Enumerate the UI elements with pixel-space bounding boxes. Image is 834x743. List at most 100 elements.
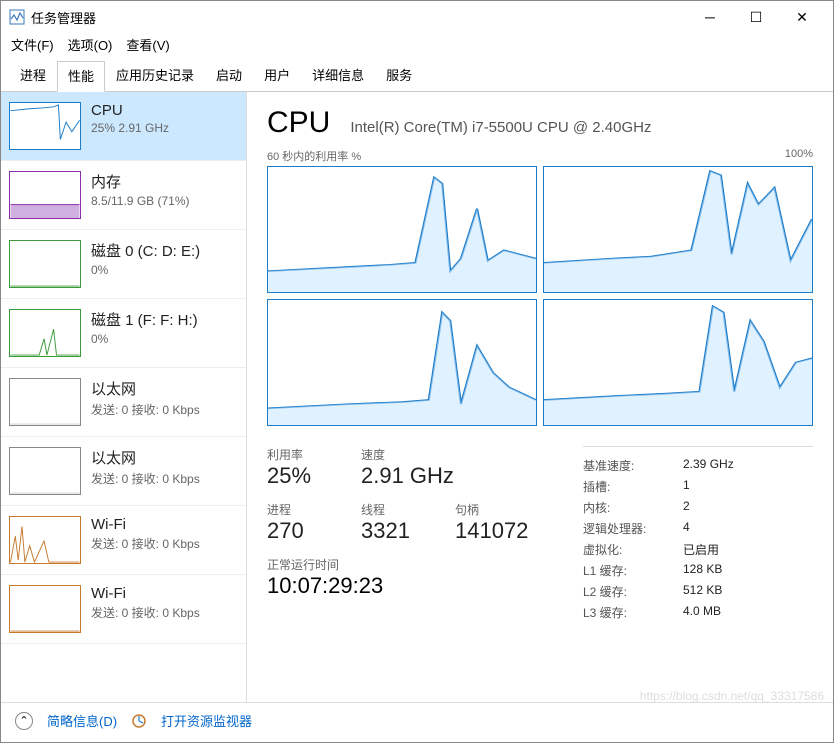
tab-users[interactable]: 用户	[253, 60, 301, 91]
sidebar-item[interactable]: Wi-Fi发送: 0 接收: 0 Kbps	[1, 575, 246, 644]
detail-row: L2 缓存:512 KB	[583, 581, 813, 602]
detail-row: L1 缓存:128 KB	[583, 560, 813, 581]
sidebar-item[interactable]: 以太网发送: 0 接收: 0 Kbps	[1, 437, 246, 506]
detail-row: L3 缓存:4.0 MB	[583, 602, 813, 623]
speed-label: 速度	[361, 446, 454, 463]
sidebar-item-name: 磁盘 0 (C: D: E:)	[91, 240, 238, 261]
detail-row: 插槽:1	[583, 476, 813, 497]
sidebar-item-name: 以太网	[91, 378, 238, 399]
sidebar-item-sub: 发送: 0 接收: 0 Kbps	[91, 604, 238, 621]
sidebar-item[interactable]: 以太网发送: 0 接收: 0 Kbps	[1, 368, 246, 437]
app-icon	[9, 9, 25, 25]
detail-key: 内核:	[583, 499, 683, 516]
sidebar-item[interactable]: Wi-Fi 发送: 0 接收: 0 Kbps	[1, 506, 246, 575]
tab-app-history[interactable]: 应用历史记录	[105, 60, 205, 91]
detail-row: 逻辑处理器:4	[583, 518, 813, 539]
detail-row: 虚拟化:已启用	[583, 539, 813, 560]
minimize-button[interactable]: ─	[687, 2, 733, 32]
menu-view[interactable]: 查看(V)	[126, 35, 169, 54]
detail-value: 已启用	[683, 541, 719, 558]
sidebar-item-sub: 0%	[91, 332, 238, 346]
tab-details[interactable]: 详细信息	[301, 60, 375, 91]
sidebar-item[interactable]: 磁盘 0 (C: D: E:) 0%	[1, 230, 246, 299]
footer: ⌃ 简略信息(D) 打开资源监视器	[1, 702, 833, 738]
util-value: 25%	[267, 463, 337, 489]
fewer-details-link[interactable]: 简略信息(D)	[47, 711, 117, 730]
chart-label-right: 100%	[785, 148, 813, 164]
cpu-charts	[267, 166, 813, 426]
proc-value: 270	[267, 518, 337, 544]
cpu-model: Intel(R) Core(TM) i7-5500U CPU @ 2.40GHz	[350, 119, 651, 136]
details-list: 基准速度:2.39 GHz插槽:1内核:2逻辑处理器:4虚拟化:已启用L1 缓存…	[583, 446, 813, 623]
thumb-icon	[9, 447, 81, 495]
sidebar-item[interactable]: CPU 25% 2.91 GHz	[1, 92, 246, 161]
util-label: 利用率	[267, 446, 337, 463]
sidebar-item-name: 内存	[91, 171, 238, 192]
detail-value: 1	[683, 478, 690, 495]
sidebar-item-name: 磁盘 1 (F: F: H:)	[91, 309, 238, 330]
sidebar[interactable]: CPU 25% 2.91 GHz 内存 8.5/11.9 GB (71%) 磁盘 0 (…	[1, 92, 247, 702]
tab-processes[interactable]: 进程	[9, 60, 57, 91]
close-button[interactable]: ✕	[779, 2, 825, 32]
tab-performance[interactable]: 性能	[57, 61, 105, 92]
sidebar-item-sub: 0%	[91, 263, 238, 277]
window-title: 任务管理器	[31, 8, 687, 27]
page-title: CPU	[267, 106, 330, 140]
sidebar-item[interactable]: 内存 8.5/11.9 GB (71%)	[1, 161, 246, 230]
sidebar-item-name: 以太网	[91, 447, 238, 468]
cpu-chart-3	[267, 299, 537, 426]
thumb-icon	[9, 585, 81, 633]
handles-value: 141072	[455, 518, 528, 544]
menu-file[interactable]: 文件(F)	[11, 35, 54, 54]
threads-label: 线程	[361, 501, 431, 518]
thumb-icon	[9, 309, 81, 357]
thumb-icon	[9, 102, 81, 150]
tab-services[interactable]: 服务	[375, 60, 423, 91]
watermark: https://blog.csdn.net/qq_33317586	[640, 689, 824, 703]
maximize-button[interactable]: ☐	[733, 2, 779, 32]
thumb-icon	[9, 240, 81, 288]
cpu-chart-1	[267, 166, 537, 293]
speed-value: 2.91 GHz	[361, 463, 454, 489]
detail-key: L2 缓存:	[583, 583, 683, 600]
sidebar-item-name: CPU	[91, 102, 238, 119]
resmon-link[interactable]: 打开资源监视器	[161, 711, 252, 730]
sidebar-item-sub: 25% 2.91 GHz	[91, 121, 238, 135]
detail-value: 128 KB	[683, 562, 722, 579]
cpu-chart-4	[543, 299, 813, 426]
menu-options[interactable]: 选项(O)	[68, 35, 113, 54]
chart-label-left: 60 秒内的利用率 %	[267, 148, 361, 164]
content: CPU 25% 2.91 GHz 内存 8.5/11.9 GB (71%) 磁盘 0 (…	[1, 92, 833, 702]
sidebar-item-name: Wi-Fi	[91, 516, 238, 533]
tab-startup[interactable]: 启动	[205, 60, 253, 91]
chevron-up-icon[interactable]: ⌃	[15, 712, 33, 730]
detail-key: 基准速度:	[583, 457, 683, 474]
uptime-label: 正常运行时间	[267, 556, 553, 573]
tabs: 进程 性能 应用历史记录 启动 用户 详细信息 服务	[1, 56, 833, 92]
uptime-value: 10:07:29:23	[267, 573, 553, 599]
cpu-chart-2	[543, 166, 813, 293]
sidebar-item-sub: 8.5/11.9 GB (71%)	[91, 194, 238, 208]
sidebar-item-sub: 发送: 0 接收: 0 Kbps	[91, 401, 238, 418]
resmon-icon	[131, 713, 147, 729]
detail-key: 逻辑处理器:	[583, 520, 683, 537]
detail-key: L1 缓存:	[583, 562, 683, 579]
detail-key: 插槽:	[583, 478, 683, 495]
thumb-icon	[9, 516, 81, 564]
proc-label: 进程	[267, 501, 337, 518]
detail-value: 2.39 GHz	[683, 457, 734, 474]
detail-key: 虚拟化:	[583, 541, 683, 558]
thumb-icon	[9, 171, 81, 219]
detail-value: 512 KB	[683, 583, 722, 600]
main-panel: CPU Intel(R) Core(TM) i7-5500U CPU @ 2.4…	[247, 92, 833, 702]
sidebar-item-sub: 发送: 0 接收: 0 Kbps	[91, 535, 238, 552]
sidebar-item-sub: 发送: 0 接收: 0 Kbps	[91, 470, 238, 487]
handles-label: 句柄	[455, 501, 528, 518]
stats: 利用率25% 速度2.91 GHz 进程270 线程3321 句柄141072 …	[267, 446, 813, 623]
window-controls: ─ ☐ ✕	[687, 2, 825, 32]
detail-row: 内核:2	[583, 497, 813, 518]
titlebar: 任务管理器 ─ ☐ ✕	[1, 1, 833, 33]
sidebar-item[interactable]: 磁盘 1 (F: F: H:) 0%	[1, 299, 246, 368]
detail-row: 基准速度:2.39 GHz	[583, 455, 813, 476]
detail-value: 4	[683, 520, 690, 537]
